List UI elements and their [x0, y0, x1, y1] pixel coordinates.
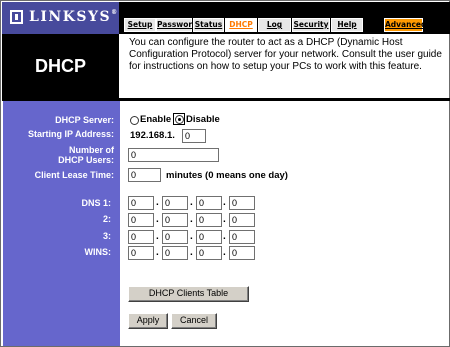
wins-separator-3: . [223, 247, 226, 258]
wins-separator-2: . [190, 247, 193, 258]
dns2-octet1-input[interactable] [128, 213, 154, 227]
dns2-separator-1: . [156, 214, 159, 225]
tab-dhcp[interactable]: DHCP [225, 18, 257, 32]
registered-mark: ® [111, 9, 118, 16]
dns1-separator-2: . [190, 197, 193, 208]
dns1-octet2-input[interactable] [162, 196, 188, 210]
dns3-octet4-input[interactable] [229, 230, 255, 244]
dns2-octet4-input[interactable] [229, 213, 255, 227]
label-column: DHCP Server: Starting IP Address: Number… [3, 101, 120, 346]
disable-radio-label[interactable]: Disable [186, 114, 220, 126]
dns1-octet4-input[interactable] [229, 196, 255, 210]
dns1-separator-1: . [156, 197, 159, 208]
tab-advanced[interactable]: Advanced [384, 18, 426, 32]
page-title-block: DHCP [2, 34, 119, 98]
logo-text: LINKSYS [29, 9, 112, 25]
dns1-octet1-input[interactable] [128, 196, 154, 210]
number-of-users-label-line2: DHCP Users: [58, 155, 114, 165]
wins-label: WINS: [84, 247, 112, 257]
dns1-octet3-input[interactable] [196, 196, 222, 210]
apply-button[interactable]: Apply [128, 313, 168, 329]
dns2-octet3-input[interactable] [196, 213, 222, 227]
wins-octet3-input[interactable] [196, 246, 222, 260]
starting-ip-label: Starting IP Address: [27, 129, 114, 139]
dns2-octet2-input[interactable] [162, 213, 188, 227]
tab-log[interactable]: Log [258, 18, 291, 32]
dns3-separator-1: . [156, 231, 159, 242]
tab-password[interactable]: Password [156, 18, 197, 32]
page-title: DHCP [34, 56, 86, 76]
dns3-octet1-input[interactable] [128, 230, 154, 244]
dns2-separator-2: . [190, 214, 193, 225]
dns3-separator-2: . [190, 231, 193, 242]
enable-radio[interactable] [130, 116, 139, 125]
dhcp-server-label: DHCP Server: [55, 115, 114, 125]
dns1-separator-3: . [223, 197, 226, 208]
starting-ip-input[interactable] [182, 129, 206, 143]
logo: LINKSYS® [2, 2, 119, 34]
lease-time-suffix: minutes (0 means one day) [166, 170, 288, 181]
disable-radio[interactable] [175, 115, 184, 124]
tab-status[interactable]: Status [193, 18, 224, 32]
dns2-label: 2: [102, 214, 111, 224]
dns3-octet3-input[interactable] [196, 230, 222, 244]
dns2-separator-3: . [223, 214, 226, 225]
tab-security[interactable]: Security [292, 18, 330, 32]
starting-ip-prefix: 192.168.1. [130, 130, 175, 141]
window-frame: LINKSYS® Setup Password Status DHCP Log … [0, 0, 450, 347]
dns3-separator-3: . [223, 231, 226, 242]
logo-mark-icon [10, 10, 23, 24]
wins-octet2-input[interactable] [162, 246, 188, 260]
intro-text: You can configure the router to act as a… [129, 37, 442, 72]
tab-setup[interactable]: Setup [124, 18, 156, 32]
tab-bar: Setup Password Status DHCP Log Security … [119, 2, 450, 34]
wins-octet1-input[interactable] [128, 246, 154, 260]
enable-radio-label[interactable]: Enable [140, 114, 171, 126]
cancel-button[interactable]: Cancel [171, 313, 217, 329]
wins-separator-1: . [156, 247, 159, 258]
tab-help[interactable]: Help [331, 18, 363, 32]
client-lease-time-label: Client Lease Time: [34, 170, 114, 180]
lease-time-input[interactable] [128, 168, 161, 182]
number-of-users-input[interactable] [128, 148, 219, 162]
wins-octet4-input[interactable] [229, 246, 255, 260]
dns3-octet2-input[interactable] [162, 230, 188, 244]
number-of-users-label-line1: Number of [69, 145, 114, 155]
dns1-label: DNS 1: [81, 198, 111, 208]
dhcp-clients-table-button[interactable]: DHCP Clients Table [128, 286, 249, 302]
dns3-label: 3: [102, 231, 111, 241]
